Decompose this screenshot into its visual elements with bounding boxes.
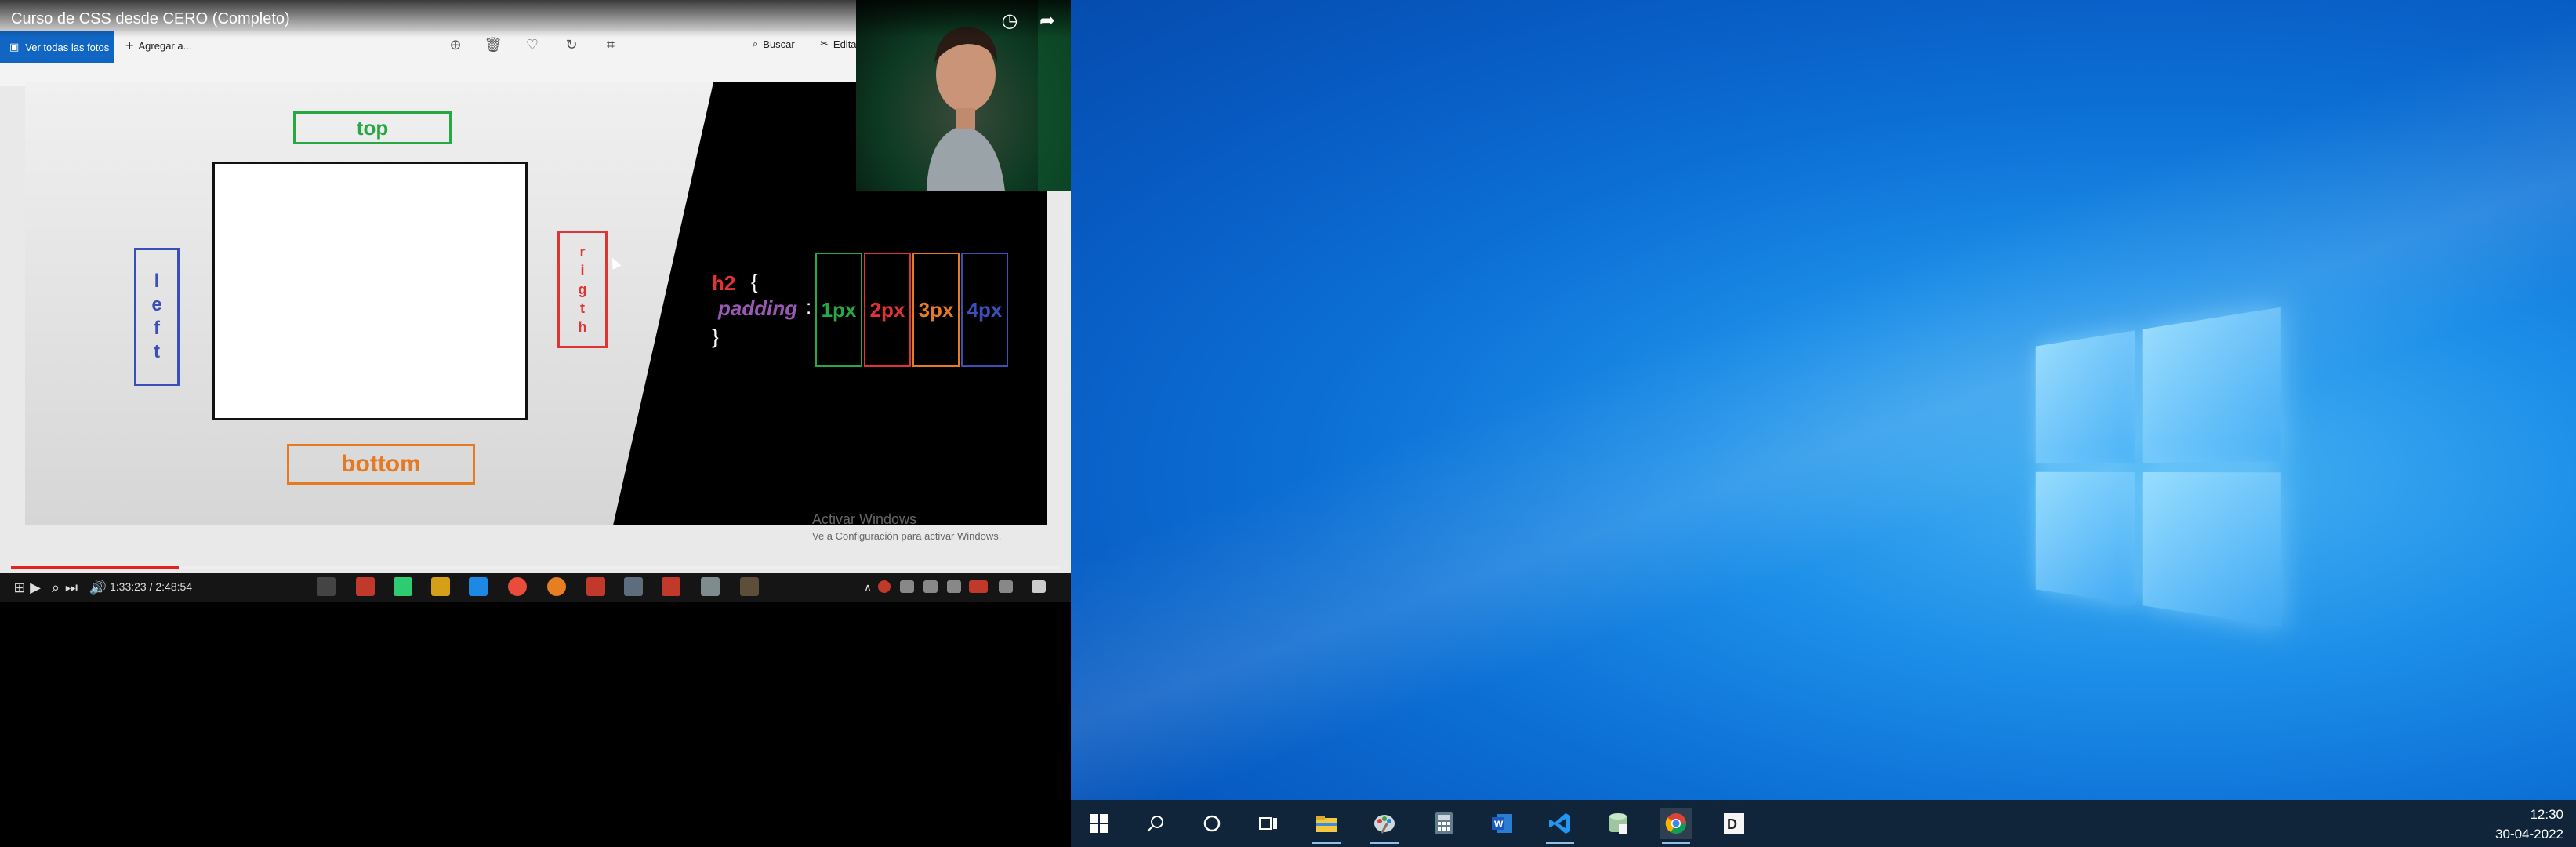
svg-text:W: W <box>1494 819 1504 830</box>
player-controls: ⊞ ▶ ⌕ ⏭ 🔊 1:33:23 / 2:48:54 ∧ <box>0 573 1071 602</box>
tray-icon[interactable] <box>878 580 891 593</box>
add-to-label: Agregar a... <box>138 40 192 52</box>
word-icon[interactable]: W <box>1486 808 1518 839</box>
padding-value-box: 3px <box>912 253 960 367</box>
search-icon[interactable] <box>1140 808 1171 839</box>
logo-pane <box>2035 471 2135 605</box>
app-mini-icon[interactable] <box>662 577 680 596</box>
app-mini-icon[interactable] <box>624 577 643 596</box>
right-letter: h <box>578 319 587 335</box>
clock-date: 30-04-2022 <box>2495 827 2563 842</box>
right-letter: g <box>578 282 587 297</box>
black-area <box>0 602 1071 847</box>
tray-icon[interactable] <box>969 580 988 593</box>
code-open-brace: { <box>751 270 758 293</box>
search-label: Buscar <box>763 38 795 50</box>
time-display: 1:33:23 / 2:48:54 <box>110 580 193 593</box>
right-letter: t <box>580 300 585 316</box>
video-title[interactable]: Curso de CSS desde CERO (Completo) <box>11 10 290 28</box>
activation-watermark-text: Ve a Configuración para activar Windows. <box>812 530 1002 542</box>
folder-mini-icon[interactable] <box>431 577 450 596</box>
watch-later-icon[interactable]: ◷ <box>997 8 1022 33</box>
right-letter: i <box>580 263 585 278</box>
cast-icon[interactable] <box>999 580 1013 593</box>
video-player[interactable]: ▣ Ver todas las fotos + Agregar a... ⊕ 🗑… <box>0 0 1071 602</box>
fullscreen-icon[interactable] <box>1032 580 1046 593</box>
progress-bar[interactable] <box>11 566 1060 569</box>
progress-fill <box>11 566 180 569</box>
network-icon[interactable] <box>947 580 961 593</box>
clock-time: 12:30 <box>2530 807 2563 822</box>
left-letter: f <box>154 318 160 339</box>
chrome-mini-icon[interactable] <box>508 577 527 596</box>
photos-icon: ▣ <box>9 41 20 53</box>
share-icon[interactable]: ➦ <box>1035 8 1060 33</box>
task-view-mini-icon[interactable] <box>317 577 336 596</box>
active-indicator <box>1312 842 1341 844</box>
app-mini-icon[interactable] <box>394 577 412 596</box>
app-mini-icon[interactable] <box>356 577 375 596</box>
paint-icon[interactable] <box>1369 808 1400 844</box>
bottom-label: bottom <box>287 444 475 485</box>
play-icon[interactable]: ▶ <box>25 577 45 598</box>
activation-watermark-title: Activar Windows <box>812 511 917 527</box>
plus-icon: + <box>125 38 134 53</box>
code-colon: : <box>806 295 812 318</box>
right-label: r i g t h <box>557 231 608 348</box>
active-indicator <box>1546 842 1574 844</box>
active-indicator <box>1662 842 1690 844</box>
taskbar: W D 12:30 30-04-2022 <box>1071 800 2576 847</box>
code-property: padding <box>718 296 798 320</box>
content-box <box>212 162 528 420</box>
file-explorer-icon[interactable] <box>1311 808 1342 844</box>
right-letter: r <box>579 244 586 260</box>
vscode-mini-icon[interactable] <box>469 577 488 596</box>
database-icon[interactable] <box>1602 808 1634 839</box>
start-icon[interactable] <box>1083 808 1115 839</box>
volume-icon[interactable]: 🔊 <box>88 577 108 598</box>
left-label: l e f t <box>134 248 180 386</box>
add-to-button[interactable]: + Agregar a... <box>125 38 191 54</box>
code-selector: h2 <box>712 271 736 295</box>
padding-value-box: 2px <box>864 253 911 367</box>
code-close-brace: } <box>712 325 719 348</box>
view-all-photos-label: Ver todas las fotos <box>25 41 110 53</box>
left-letter: l <box>154 271 160 292</box>
system-clock[interactable]: 12:30 30-04-2022 <box>2495 805 2563 844</box>
active-indicator <box>1370 842 1399 844</box>
wallpaper-light <box>1071 0 2576 847</box>
edit-icon: ✂ <box>820 38 829 49</box>
cortana-icon[interactable] <box>1196 808 1228 839</box>
padding-value-box: 4px <box>961 253 1008 367</box>
tray-chevron-icon[interactable]: ∧ <box>858 577 878 598</box>
windows-logo-wallpaper <box>2035 307 2281 634</box>
desktop[interactable]: W D 12:30 30-04-2022 <box>1071 0 2576 847</box>
search-button[interactable]: ⌕ Buscar <box>753 38 795 50</box>
left-letter: t <box>154 341 160 362</box>
svg-text:D: D <box>1727 816 1737 832</box>
edit-button[interactable]: ✂ Editar <box>820 38 860 50</box>
logo-pane <box>2142 472 2281 627</box>
app-mini-icon[interactable] <box>547 577 566 596</box>
top-label: top <box>293 111 452 144</box>
battery-icon[interactable] <box>923 580 938 593</box>
tray-icon[interactable] <box>900 580 914 593</box>
chrome-icon[interactable] <box>1660 808 1692 844</box>
padding-value-box: 1px <box>815 253 862 367</box>
calculator-icon[interactable] <box>1428 808 1460 839</box>
app-icon[interactable]: D <box>1718 808 1750 839</box>
logo-pane <box>2142 307 2281 463</box>
app-mini-icon[interactable] <box>740 577 759 596</box>
vscode-icon[interactable] <box>1544 808 1576 844</box>
logo-pane <box>2035 330 2135 464</box>
next-icon[interactable]: ⏭ <box>61 577 82 598</box>
task-view-icon[interactable] <box>1253 808 1284 839</box>
filezilla-mini-icon[interactable] <box>586 577 605 596</box>
photos-mini-icon[interactable] <box>701 577 720 596</box>
left-letter: e <box>151 294 162 315</box>
search-icon: ⌕ <box>753 38 759 49</box>
